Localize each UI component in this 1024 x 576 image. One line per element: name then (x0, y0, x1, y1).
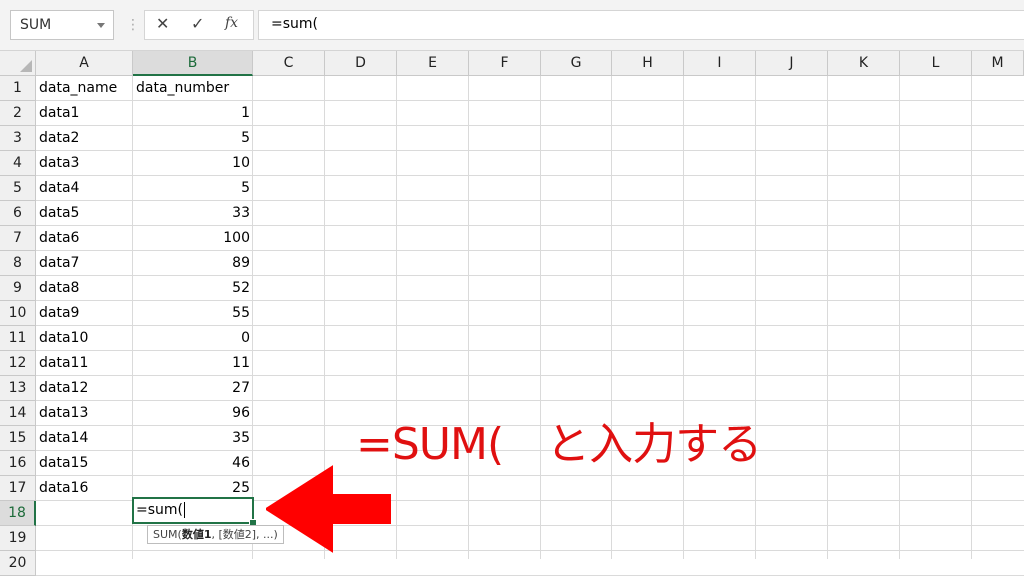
cell-A4[interactable]: data3 (39, 151, 79, 176)
cell-A17[interactable]: data16 (39, 476, 88, 501)
active-cell-editor[interactable]: =sum( (136, 499, 185, 522)
cell-B9[interactable]: 52 (133, 276, 250, 301)
cell-A3[interactable]: data2 (39, 126, 79, 151)
cell-A8[interactable]: data7 (39, 251, 79, 276)
select-all-icon[interactable] (20, 60, 32, 72)
column-header-J[interactable]: J (756, 51, 828, 76)
cell-B10[interactable]: 55 (133, 301, 250, 326)
cell-B6[interactable]: 33 (133, 201, 250, 226)
cell-B1[interactable]: data_number (136, 76, 253, 101)
annotation-text: =SUM( と入力する (356, 419, 762, 470)
cell-B15[interactable]: 35 (133, 426, 250, 451)
cell-A12[interactable]: data11 (39, 351, 88, 376)
cell-A9[interactable]: data8 (39, 276, 79, 301)
row-header-12[interactable]: 12 (0, 351, 36, 376)
column-header-L[interactable]: L (900, 51, 972, 76)
cell-B20[interactable] (133, 551, 250, 576)
cell-A16[interactable]: data15 (39, 451, 88, 476)
cell-A11[interactable]: data10 (39, 326, 88, 351)
gridline-vertical (540, 76, 541, 559)
cell-B11[interactable]: 0 (133, 326, 250, 351)
tooltip-arg1: 数値1 (181, 528, 212, 541)
row-header-8[interactable]: 8 (0, 251, 36, 276)
column-header-H[interactable]: H (612, 51, 684, 76)
row-header-15[interactable]: 15 (0, 426, 36, 451)
row-header-19[interactable]: 19 (0, 526, 36, 551)
column-header-M[interactable]: M (972, 51, 1024, 76)
row-header-13[interactable]: 13 (0, 376, 36, 401)
row-header-18[interactable]: 18 (0, 501, 36, 526)
gridline-vertical (611, 76, 612, 559)
cell-A13[interactable]: data12 (39, 376, 88, 401)
cell-B4[interactable]: 10 (133, 151, 250, 176)
row-header-3[interactable]: 3 (0, 126, 36, 151)
column-header-D[interactable]: D (325, 51, 397, 76)
row-header-4[interactable]: 4 (0, 151, 36, 176)
arrow-left-icon (266, 465, 391, 553)
column-header-K[interactable]: K (828, 51, 900, 76)
cell-B14[interactable]: 96 (133, 401, 250, 426)
cell-A7[interactable]: data6 (39, 226, 79, 251)
row-header-2[interactable]: 2 (0, 101, 36, 126)
column-header-G[interactable]: G (541, 51, 612, 76)
cell-B5[interactable]: 5 (133, 176, 250, 201)
gridline-vertical (827, 76, 828, 559)
row-header-11[interactable]: 11 (0, 326, 36, 351)
gridline-vertical (755, 76, 756, 559)
column-header-E[interactable]: E (397, 51, 469, 76)
gridline-vertical (899, 76, 900, 559)
cell-A15[interactable]: data14 (39, 426, 88, 451)
cell-B13[interactable]: 27 (133, 376, 250, 401)
row-header-7[interactable]: 7 (0, 226, 36, 251)
column-header-I[interactable]: I (684, 51, 756, 76)
cell-A2[interactable]: data1 (39, 101, 79, 126)
gridline-vertical (683, 76, 684, 559)
row-header-1[interactable]: 1 (0, 76, 36, 101)
cell-B2[interactable]: 1 (133, 101, 250, 126)
row-header-17[interactable]: 17 (0, 476, 36, 501)
active-cell-text: =sum( (136, 502, 183, 518)
text-caret (184, 502, 185, 518)
cell-B12[interactable]: 11 (133, 351, 250, 376)
cell-A6[interactable]: data5 (39, 201, 79, 226)
gridline-vertical (971, 76, 972, 559)
gridline-vertical (252, 76, 253, 559)
cell-B8[interactable]: 89 (133, 251, 250, 276)
row-header-10[interactable]: 10 (0, 301, 36, 326)
column-header-C[interactable]: C (253, 51, 325, 76)
cell-B3[interactable]: 5 (133, 126, 250, 151)
cell-A14[interactable]: data13 (39, 401, 88, 426)
cell-B16[interactable]: 46 (133, 451, 250, 476)
column-header-F[interactable]: F (469, 51, 541, 76)
spreadsheet-grid: A B C D E F G H I J K L M 1 data_name data_number 2 data1… (0, 0, 1024, 576)
row-header-20[interactable]: 20 (0, 551, 36, 576)
row-header-5[interactable]: 5 (0, 176, 36, 201)
column-header-B[interactable]: B (133, 51, 253, 76)
cell-A5[interactable]: data4 (39, 176, 79, 201)
row-header-14[interactable]: 14 (0, 401, 36, 426)
row-header-16[interactable]: 16 (0, 451, 36, 476)
cell-A10[interactable]: data9 (39, 301, 79, 326)
column-header-A[interactable]: A (36, 51, 133, 76)
gridline-vertical (468, 76, 469, 559)
cell-A1[interactable]: data_name (39, 76, 117, 101)
function-tooltip: SUM(数値1, [数値2], ...) (147, 525, 284, 544)
tooltip-prefix: SUM( (153, 528, 182, 541)
cell-B7[interactable]: 100 (133, 226, 250, 251)
row-header-6[interactable]: 6 (0, 201, 36, 226)
gridline-vertical (396, 76, 397, 559)
select-all-corner[interactable] (0, 51, 36, 76)
row-header-9[interactable]: 9 (0, 276, 36, 301)
